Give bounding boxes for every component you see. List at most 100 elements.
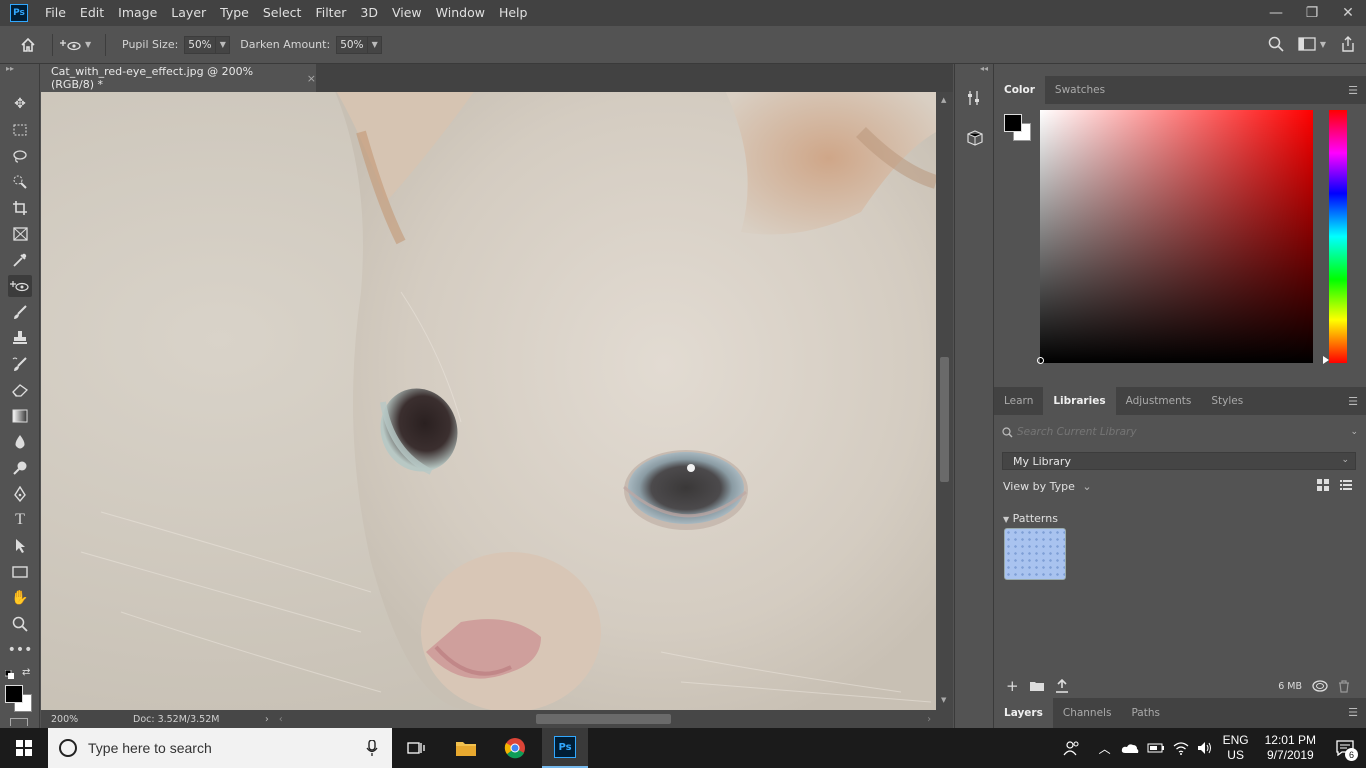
scroll-up-icon[interactable]: ▲ xyxy=(941,96,946,104)
close-button[interactable]: ✕ xyxy=(1330,0,1366,26)
pen-tool-icon[interactable] xyxy=(8,483,32,505)
creative-cloud-sync-icon[interactable] xyxy=(1312,680,1328,692)
type-tool-icon[interactable]: T xyxy=(8,509,32,531)
lasso-tool-icon[interactable] xyxy=(8,145,32,167)
scroll-right-icon[interactable]: › xyxy=(927,714,931,725)
tab-channels[interactable]: Channels xyxy=(1053,698,1122,728)
menu-edit[interactable]: Edit xyxy=(73,0,111,26)
history-brush-tool-icon[interactable] xyxy=(8,353,32,375)
panel-menu-icon[interactable]: ☰ xyxy=(1348,84,1358,97)
menu-file[interactable]: File xyxy=(38,0,73,26)
minimize-button[interactable]: — xyxy=(1258,0,1294,26)
tab-learn[interactable]: Learn xyxy=(994,387,1043,415)
windows-start-icon[interactable] xyxy=(12,736,36,760)
blur-tool-icon[interactable] xyxy=(8,431,32,453)
quick-selection-tool-icon[interactable] xyxy=(8,171,32,193)
brush-tool-icon[interactable] xyxy=(8,301,32,323)
document-tab[interactable]: Cat_with_red-eye_effect.jpg @ 200% (RGB/… xyxy=(41,64,316,92)
share-icon[interactable] xyxy=(1340,36,1356,52)
add-icon[interactable]: + xyxy=(1006,677,1019,695)
frame-tool-icon[interactable] xyxy=(8,223,32,245)
view-by-type-dropdown[interactable]: View by Type ⌄ xyxy=(1003,480,1092,493)
hue-slider-handle[interactable] xyxy=(1323,356,1329,364)
photoshop-taskbar-item[interactable]: Ps xyxy=(542,728,588,768)
chevron-down-icon[interactable]: ▼ xyxy=(1320,40,1326,49)
home-icon[interactable] xyxy=(10,37,46,53)
dodge-tool-icon[interactable] xyxy=(8,457,32,479)
pattern-thumbnail[interactable] xyxy=(1004,528,1066,580)
color-field[interactable] xyxy=(1037,110,1313,364)
swap-colors-icon[interactable]: ⇄ xyxy=(22,667,30,678)
properties-icon[interactable] xyxy=(965,88,985,108)
menu-image[interactable]: Image xyxy=(111,0,164,26)
menu-window[interactable]: Window xyxy=(429,0,492,26)
menu-3d[interactable]: 3D xyxy=(353,0,385,26)
close-tab-icon[interactable]: × xyxy=(307,72,316,85)
list-view-icon[interactable] xyxy=(1339,478,1353,495)
restore-button[interactable]: ❐ xyxy=(1294,0,1330,26)
folder-icon[interactable] xyxy=(1029,680,1045,692)
darken-amount-input[interactable] xyxy=(336,35,369,54)
scroll-down-icon[interactable]: ▼ xyxy=(941,696,946,704)
battery-icon[interactable] xyxy=(1147,743,1165,753)
upload-icon[interactable] xyxy=(1055,679,1069,693)
scroll-left-icon[interactable]: ‹ xyxy=(279,714,283,725)
workspace-icon[interactable] xyxy=(1298,37,1316,51)
taskbar-search-box[interactable]: Type here to search xyxy=(48,728,392,768)
tab-styles[interactable]: Styles xyxy=(1201,387,1253,415)
tab-layers[interactable]: Layers xyxy=(994,698,1053,728)
hand-tool-icon[interactable]: ✋ xyxy=(8,587,32,609)
grid-view-icon[interactable] xyxy=(1316,478,1330,495)
wifi-icon[interactable] xyxy=(1173,741,1189,755)
action-center-icon[interactable]: 6 xyxy=(1330,728,1360,768)
menu-layer[interactable]: Layer xyxy=(164,0,213,26)
tab-paths[interactable]: Paths xyxy=(1121,698,1170,728)
clone-stamp-tool-icon[interactable] xyxy=(8,327,32,349)
vertical-scroll-thumb[interactable] xyxy=(940,357,949,482)
menu-filter[interactable]: Filter xyxy=(308,0,353,26)
microphone-icon[interactable] xyxy=(366,740,378,757)
foreground-color-swatch[interactable] xyxy=(5,685,23,703)
patterns-section-header[interactable]: ▼ Patterns xyxy=(1003,512,1058,525)
eyedropper-tool-icon[interactable] xyxy=(8,249,32,271)
pupil-size-dropdown-icon[interactable]: ▼ xyxy=(216,35,231,54)
default-colors-icon[interactable] xyxy=(4,669,14,679)
menu-help[interactable]: Help xyxy=(492,0,535,26)
vertical-scrollbar[interactable]: ▲ ▼ xyxy=(936,92,953,710)
gradient-tool-icon[interactable] xyxy=(8,405,32,427)
red-eye-tool-icon[interactable] xyxy=(8,275,32,297)
more-tools-icon[interactable]: ••• xyxy=(8,639,33,661)
tab-color[interactable]: Color xyxy=(994,76,1045,104)
menu-view[interactable]: View xyxy=(385,0,429,26)
chrome-icon[interactable] xyxy=(503,736,527,760)
search-icon[interactable] xyxy=(1268,36,1284,52)
3d-panel-icon[interactable] xyxy=(965,128,985,148)
document-canvas[interactable] xyxy=(41,92,936,710)
red-eye-tool-preset-icon[interactable]: ▼ xyxy=(59,38,99,52)
rectangle-tool-icon[interactable] xyxy=(8,561,32,583)
volume-icon[interactable] xyxy=(1197,741,1213,755)
panel-menu-icon[interactable]: ☰ xyxy=(1348,395,1358,408)
zoom-level[interactable]: 200% xyxy=(51,714,133,725)
status-menu-icon[interactable]: › xyxy=(265,714,269,725)
quick-mask-icon[interactable] xyxy=(10,718,28,726)
collapse-panel-icon[interactable]: ◂◂ xyxy=(980,64,988,73)
pupil-size-input[interactable] xyxy=(184,35,217,54)
tab-adjustments[interactable]: Adjustments xyxy=(1116,387,1202,415)
file-explorer-icon[interactable] xyxy=(454,736,478,760)
menu-type[interactable]: Type xyxy=(213,0,256,26)
rectangular-marquee-tool-icon[interactable] xyxy=(8,119,32,141)
path-selection-tool-icon[interactable] xyxy=(8,535,32,557)
tab-libraries[interactable]: Libraries xyxy=(1043,387,1116,415)
foreground-color-swatch[interactable] xyxy=(1004,114,1022,132)
chevron-down-icon[interactable]: ⌄ xyxy=(1350,427,1358,437)
horizontal-scroll-thumb[interactable] xyxy=(536,714,671,724)
task-view-icon[interactable] xyxy=(404,736,428,760)
menu-select[interactable]: Select xyxy=(256,0,309,26)
library-search-input[interactable] xyxy=(1017,426,1337,438)
chevron-up-icon[interactable]: ︿ xyxy=(1099,740,1111,757)
tab-swatches[interactable]: Swatches xyxy=(1045,76,1115,104)
hue-slider[interactable] xyxy=(1323,110,1347,364)
language-indicator[interactable]: ENG US xyxy=(1223,733,1249,763)
collapse-panel-icon[interactable]: ▸▸ xyxy=(6,64,14,73)
